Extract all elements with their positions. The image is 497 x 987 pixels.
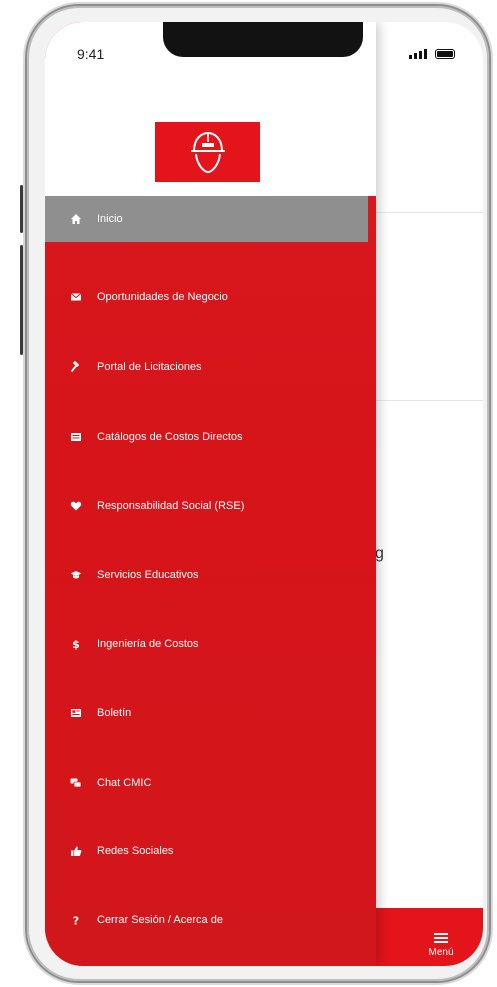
status-icons (409, 49, 455, 59)
status-time: 9:41 (77, 46, 105, 62)
svg-text:?: ? (73, 915, 79, 927)
nav-item-ingenieria-costos[interactable]: $ Ingeniería de Costos (45, 621, 368, 667)
notch (163, 22, 363, 57)
phone-screen: 9:41 g Menú Inicio Oportunidades de Nego… (45, 22, 483, 966)
gavel-icon (69, 360, 83, 374)
nav-item-oportunidades[interactable]: Oportunidades de Negocio (45, 274, 368, 320)
nav-item-rse[interactable]: Responsabilidad Social (RSE) (45, 483, 368, 529)
question-icon: ? (69, 913, 83, 927)
battery-icon (435, 49, 455, 59)
envelope-icon (69, 290, 83, 304)
nav-item-servicios-educativos[interactable]: Servicios Educativos (45, 552, 368, 598)
background-divider (375, 400, 483, 401)
power-button (23, 858, 26, 928)
background-divider (375, 212, 483, 213)
nav-item-label: Responsabilidad Social (RSE) (97, 500, 245, 512)
nav-item-label: Cerrar Sesión / Acerca de (97, 914, 223, 926)
hamburger-menu-icon (434, 933, 448, 943)
nav-item-chat-cmic[interactable]: Chat CMIC (45, 760, 368, 806)
nav-item-label: Servicios Educativos (97, 569, 199, 581)
menu-tab-button[interactable]: Menú (419, 931, 463, 958)
chat-icon (69, 776, 83, 790)
newspaper-icon (69, 706, 83, 720)
navigation-drawer: Inicio Oportunidades de Negocio Portal d… (45, 22, 376, 966)
heart-icon (69, 499, 83, 513)
nav-item-label: Inicio (97, 213, 123, 225)
home-icon (69, 212, 83, 226)
nav-item-label: Redes Sociales (97, 845, 174, 857)
background-text: g (375, 545, 384, 562)
nav-item-label: Oportunidades de Negocio (97, 291, 228, 303)
volume-button (20, 185, 23, 233)
nav-item-label: Catálogos de Costos Directos (97, 431, 243, 443)
dollar-icon: $ (69, 637, 83, 651)
nav-item-cerrar-sesion[interactable]: ? Cerrar Sesión / Acerca de (45, 897, 368, 943)
nav-item-boletin[interactable]: Boletín (45, 690, 368, 736)
cmic-logo (155, 122, 260, 182)
nav-item-catalogos[interactable]: Catálogos de Costos Directos (45, 414, 368, 460)
nav-item-inicio[interactable]: Inicio (45, 196, 368, 242)
svg-text:$: $ (72, 638, 80, 650)
hardhat-logo-icon (190, 131, 225, 174)
nav-item-licitaciones[interactable]: Portal de Licitaciones (45, 344, 368, 390)
nav-item-label: Ingeniería de Costos (97, 638, 199, 650)
graduation-cap-icon (69, 568, 83, 582)
menu-tab-label: Menú (428, 947, 454, 958)
side-button (20, 245, 23, 355)
nav-item-label: Chat CMIC (97, 777, 152, 789)
nav-item-label: Boletín (97, 707, 132, 719)
catalog-icon (69, 430, 83, 444)
nav-item-redes-sociales[interactable]: Redes Sociales (45, 828, 368, 874)
thumbs-up-icon (69, 844, 83, 858)
signal-icon (409, 49, 427, 59)
nav-item-label: Portal de Licitaciones (97, 361, 202, 373)
